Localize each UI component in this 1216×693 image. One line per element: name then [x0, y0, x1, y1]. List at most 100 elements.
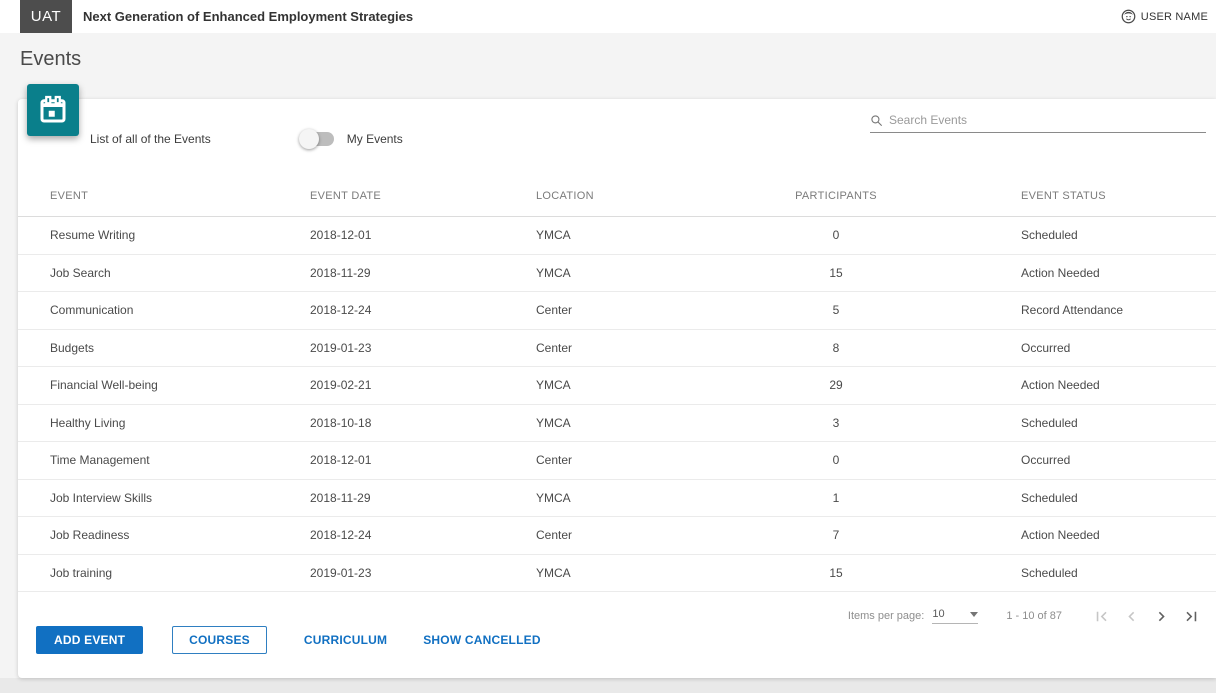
cell-event-date: 2018-11-29 [310, 265, 371, 280]
cell-participants: 7 [832, 528, 840, 543]
cell-event-status: Action Needed [1021, 378, 1100, 393]
cell-event-status: Scheduled [1021, 565, 1078, 580]
cell-participants: 29 [829, 378, 843, 393]
cell-event: Communication [50, 303, 134, 318]
column-header-participants: PARTICIPANTS [795, 190, 877, 202]
cell-event-date: 2019-01-23 [310, 340, 372, 355]
cell-event: Resume Writing [50, 228, 136, 243]
table-row[interactable]: Communication 2018-12-24 Center 5 Record… [18, 292, 1216, 330]
search-box [870, 113, 1206, 133]
table-row[interactable]: Healthy Living 2018-10-18 YMCA 3 Schedul… [18, 405, 1216, 442]
cell-location: Center [536, 453, 573, 468]
column-header-event-date: EVENT DATE [310, 190, 382, 202]
last-page-button[interactable] [1176, 601, 1206, 631]
events-card: List of all of the Events My Events EVEN… [18, 84, 1216, 678]
page-range-label: 1 - 10 of 87 [1006, 610, 1062, 622]
app-title: Next Generation of Enhanced Employment S… [83, 9, 414, 24]
next-page-button[interactable] [1146, 601, 1176, 631]
cell-event: Healthy Living [50, 415, 126, 430]
account-circle-icon [1121, 9, 1136, 24]
table-header: EVENT EVENT DATE LOCATION PARTICIPANTS E… [18, 176, 1216, 217]
cell-event-date: 2018-12-24 [310, 528, 372, 543]
cell-location: Center [536, 303, 573, 318]
courses-button[interactable]: COURSES [172, 626, 267, 654]
cell-location: YMCA [536, 565, 571, 580]
cell-event: Time Management [50, 453, 150, 468]
user-name: USER NAME [1140, 10, 1208, 23]
cell-event-date: 2018-12-24 [310, 303, 372, 318]
cell-participants: 8 [832, 340, 840, 355]
search-input[interactable] [889, 113, 1206, 127]
cell-location: YMCA [536, 490, 571, 505]
cell-participants: 0 [832, 228, 840, 243]
table-row[interactable]: Financial Well-being 2019-02-21 YMCA 29 … [18, 367, 1216, 405]
page-size-value: 10 [932, 608, 945, 620]
previous-page-button[interactable] [1116, 601, 1146, 631]
list-subtitle: List of all of the Events [90, 132, 211, 146]
first-page-button[interactable] [1086, 601, 1116, 631]
cell-event-date: 2018-12-01 [310, 453, 372, 468]
paginator: Items per page: 10 1 - 10 of 87 [848, 600, 1206, 632]
cell-location: Center [536, 528, 573, 543]
events-toolbar: List of all of the Events My Events [18, 99, 1216, 165]
user-menu[interactable]: USER NAME [1121, 9, 1208, 24]
environment-badge: UAT [20, 0, 72, 33]
app-header: UAT Next Generation of Enhanced Employme… [0, 0, 1216, 33]
show-cancelled-button[interactable]: SHOW CANCELLED [415, 626, 548, 654]
cell-event-status: Occurred [1021, 340, 1071, 355]
page-title: Events [20, 48, 82, 70]
card-footer: Items per page: 10 1 - 10 of 87 ADD EVEN… [18, 592, 1216, 678]
cell-event-date: 2019-01-23 [310, 565, 372, 580]
cell-event-status: Record Attendance [1021, 303, 1124, 318]
toggle-switch[interactable] [298, 129, 334, 149]
cell-participants: 1 [832, 490, 840, 505]
table-row[interactable]: Time Management 2018-12-01 Center 0 Occu… [18, 442, 1216, 480]
cell-event-status: Scheduled [1021, 415, 1078, 430]
my-events-toggle[interactable]: My Events [298, 129, 403, 149]
toggle-thumb [298, 129, 319, 149]
cell-location: YMCA [536, 265, 571, 280]
cell-event: Job Interview Skills [50, 490, 153, 505]
page-size-select[interactable]: 10 [932, 608, 979, 624]
table-row[interactable]: Job Readiness 2018-12-24 Center 7 Action… [18, 517, 1216, 555]
cell-event-date: 2019-02-21 [310, 378, 372, 393]
cell-event: Job training [50, 565, 113, 580]
cell-participants: 0 [832, 453, 840, 468]
cell-event: Job Search [50, 265, 111, 280]
table-row[interactable]: Resume Writing 2018-12-01 YMCA 0 Schedul… [18, 217, 1216, 255]
cell-event-date: 2018-11-29 [310, 490, 371, 505]
cell-location: Center [536, 340, 573, 355]
cell-participants: 15 [829, 265, 843, 280]
cell-event-status: Scheduled [1021, 228, 1078, 243]
column-header-event-status: EVENT STATUS [1021, 190, 1106, 202]
table-body: Resume Writing 2018-12-01 YMCA 0 Schedul… [18, 217, 1216, 592]
cell-location: YMCA [536, 228, 571, 243]
cell-location: YMCA [536, 415, 571, 430]
cell-event: Budgets [50, 340, 95, 355]
table-row[interactable]: Job training 2019-01-23 YMCA 15 Schedule… [18, 555, 1216, 592]
items-per-page-label: Items per page: [847, 610, 925, 622]
my-events-label: My Events [346, 132, 403, 146]
table-row[interactable]: Job Search 2018-11-29 YMCA 15 Action Nee… [18, 255, 1216, 292]
table-row[interactable]: Job Interview Skills 2018-11-29 YMCA 1 S… [18, 480, 1216, 517]
column-header-event: EVENT [50, 190, 89, 202]
cell-event-date: 2018-12-01 [310, 228, 372, 243]
cell-event: Job Readiness [50, 528, 130, 543]
cell-event: Financial Well-being [50, 378, 158, 393]
footer-actions: ADD EVENT COURSES CURRICULUM SHOW CANCEL… [36, 626, 569, 654]
curriculum-button[interactable]: CURRICULUM [296, 626, 395, 654]
cell-event-status: Action Needed [1021, 265, 1100, 280]
cell-event-status: Occurred [1021, 453, 1071, 468]
dropdown-arrow-icon [970, 611, 979, 617]
cell-event-status: Scheduled [1021, 490, 1078, 505]
cell-participants: 5 [832, 303, 840, 318]
cell-location: YMCA [536, 378, 571, 393]
search-icon [871, 114, 882, 126]
table-row[interactable]: Budgets 2019-01-23 Center 8 Occurred [18, 330, 1216, 367]
cell-event-date: 2018-10-18 [310, 415, 372, 430]
add-event-button[interactable]: ADD EVENT [36, 626, 144, 654]
cell-participants: 15 [829, 565, 843, 580]
column-header-location: LOCATION [536, 190, 594, 202]
page-background: Events List of all of the Events My Even… [0, 33, 1216, 678]
cell-participants: 3 [832, 415, 840, 430]
